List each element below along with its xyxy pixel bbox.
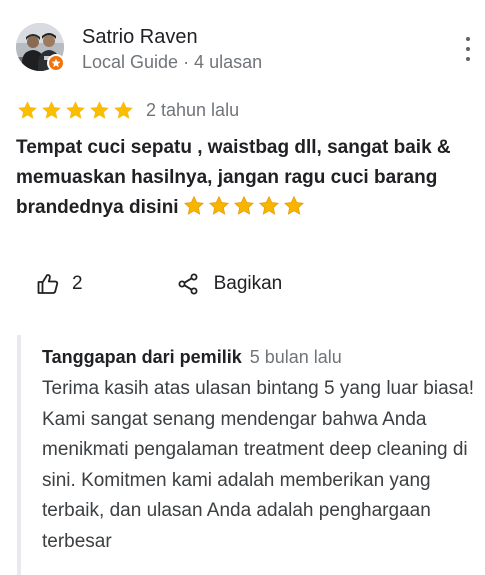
author-meta[interactable]: Local Guide · 4 ulasan	[82, 52, 262, 73]
owner-response-date: 5 bulan lalu	[249, 347, 342, 367]
review-actions: 2 Bagikan	[36, 270, 282, 298]
like-button[interactable]: 2	[36, 272, 83, 296]
share-button[interactable]: Bagikan	[176, 272, 283, 296]
star-icon	[90, 100, 109, 119]
owner-response-header: Tanggapan dari pemilik 5 bulan lalu	[42, 347, 342, 368]
emoji-star-icon	[283, 195, 304, 215]
rating-row: 2 tahun lalu	[16, 97, 239, 123]
owner-response: Tanggapan dari pemilik 5 bulan lalu Terim…	[17, 335, 485, 575]
star-icon	[42, 100, 61, 119]
more-vert-icon[interactable]	[462, 37, 474, 61]
star-icon	[114, 100, 133, 119]
more-dot	[466, 57, 470, 61]
emoji-star-icon	[258, 195, 279, 215]
owner-response-title: Tanggapan dari pemilik	[42, 347, 242, 367]
review-header: Satrio Raven Local Guide · 4 ulasan	[16, 23, 476, 73]
share-icon	[178, 273, 198, 295]
emoji-star-icon	[208, 195, 229, 215]
owner-response-text: Terima kasih atas ulasan bintang 5 yang …	[42, 378, 474, 552]
local-guide-badge-icon	[47, 54, 65, 72]
like-count: 2	[72, 273, 83, 294]
more-dot	[466, 47, 470, 51]
review-date: 2 tahun lalu	[146, 99, 240, 120]
thumb-up-icon	[37, 274, 59, 294]
review-text: Tempat cuci sepatu , waistbag dll, sanga…	[16, 133, 478, 223]
emoji-stars	[183, 195, 305, 217]
author-name[interactable]: Satrio Raven	[82, 26, 198, 49]
more-dot	[466, 37, 470, 41]
emoji-star-icon	[233, 195, 254, 215]
share-label: Bagikan	[213, 273, 283, 294]
star-rating	[16, 99, 135, 122]
star-icon	[18, 100, 37, 119]
emoji-star-icon	[183, 195, 204, 215]
star-icon	[66, 100, 85, 119]
